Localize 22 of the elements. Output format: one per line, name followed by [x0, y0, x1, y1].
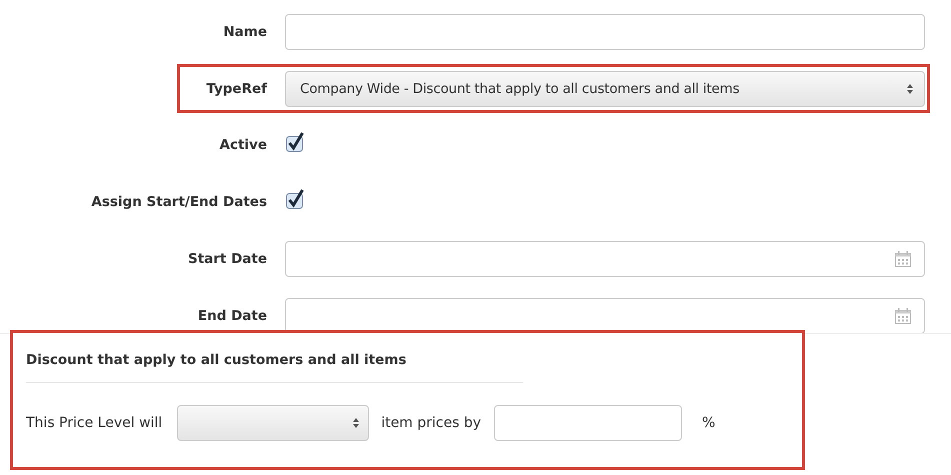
checkbox[interactable] — [285, 188, 305, 210]
updown-icon — [906, 82, 914, 94]
adjust-select[interactable] — [177, 405, 370, 441]
field-label: Start Date — [186, 251, 268, 267]
field-label: Active — [218, 137, 268, 153]
field-label: TypeRef — [205, 80, 268, 96]
field-label: Name — [222, 24, 268, 40]
date-field[interactable] — [285, 241, 925, 277]
type-select[interactable]: Company Wide - Discount that apply to all customers and all items — [285, 70, 925, 106]
field-label: End Date — [196, 308, 268, 324]
section-title: Discount that apply to all customers and all items — [26, 352, 406, 368]
checkbox[interactable] — [285, 131, 305, 153]
calendar-icon — [894, 307, 912, 325]
percent-sign: % — [702, 415, 716, 431]
price-level-text: This Price Level will — [26, 415, 162, 431]
percent-field[interactable] — [494, 405, 682, 441]
name-field[interactable] — [285, 14, 925, 50]
item-prices-text: item prices by — [381, 415, 482, 431]
field-label: Assign Start/End Dates — [90, 194, 268, 210]
calendar-icon — [894, 250, 912, 268]
updown-icon — [352, 417, 360, 429]
date-field[interactable] — [285, 298, 925, 334]
